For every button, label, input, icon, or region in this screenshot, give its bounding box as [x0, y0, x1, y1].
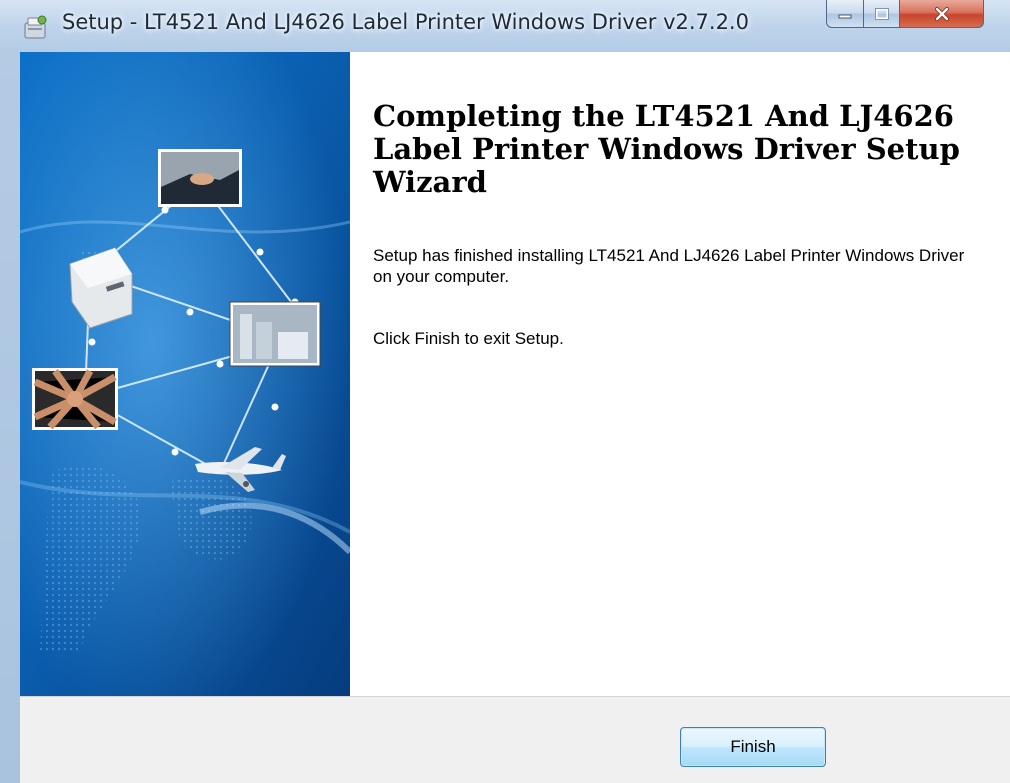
teamwork-hands-image	[32, 368, 118, 430]
handshake-image	[158, 149, 242, 207]
wizard-content: Completing the LT4521 And LJ4626 Label P…	[20, 52, 1010, 696]
caption-buttons	[826, 0, 984, 30]
setup-installer-icon	[24, 15, 47, 39]
minimize-icon	[838, 14, 852, 18]
setup-window: Setup - LT4521 And LJ4626 Label Printer …	[0, 0, 1010, 783]
maximize-button[interactable]	[864, 0, 900, 28]
completion-message: Setup has finished installing LT4521 And…	[373, 246, 965, 286]
wizard-sidebar-image	[20, 52, 350, 696]
page-title: Completing the LT4521 And LJ4626 Label P…	[373, 99, 960, 199]
factory-image	[229, 301, 321, 367]
maximize-icon	[874, 7, 889, 20]
exit-instruction: Click Finish to exit Setup.	[373, 329, 564, 348]
minimize-button[interactable]	[826, 0, 864, 28]
window-title: Setup - LT4521 And LJ4626 Label Printer …	[62, 10, 749, 34]
title-bar[interactable]: Setup - LT4521 And LJ4626 Label Printer …	[0, 0, 1010, 52]
wizard-footer: Finish	[20, 696, 1010, 783]
close-button[interactable]	[900, 0, 984, 28]
close-icon	[934, 6, 949, 21]
finish-button[interactable]: Finish	[680, 727, 826, 767]
